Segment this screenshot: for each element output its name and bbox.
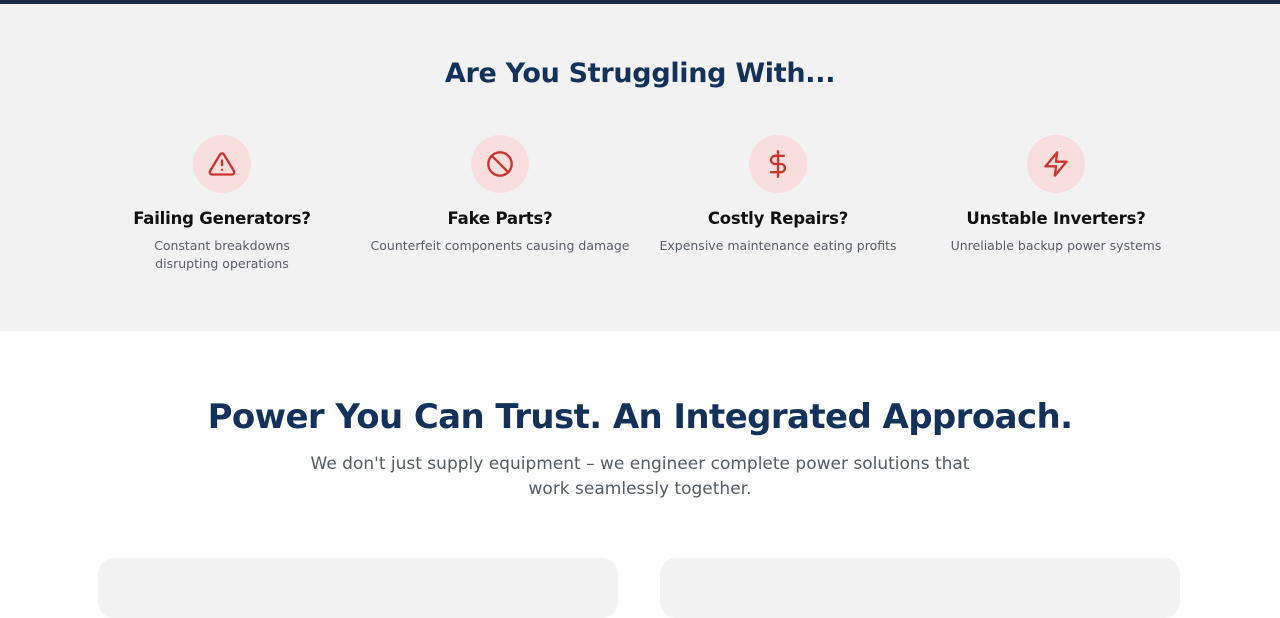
struggle-card-fake-parts: Fake Parts? Counterfeit components causi… [370,135,630,255]
approach-heading: Power You Can Trust. An Integrated Appro… [207,397,1073,437]
icon-badge [1027,135,1085,193]
icon-badge [471,135,529,193]
struggle-card-repairs: Costly Repairs? Expensive maintenance ea… [648,135,908,255]
struggle-card-inverters: Unstable Inverters? Unreliable backup po… [926,135,1186,255]
alert-triangle-icon [208,152,236,176]
card-description: Unreliable backup power systems [950,238,1162,253]
card-title: Costly Repairs? [707,209,849,228]
icon-badge [749,135,807,193]
lightning-icon [1044,151,1068,177]
card-description: Constant breakdowns disrupting operation… [154,238,290,271]
card-description: Expensive maintenance eating profits [659,238,897,253]
card-description: Counterfeit components causing damage [370,238,630,253]
ban-icon [487,151,513,177]
struggle-heading: Are You Struggling With... [444,58,836,89]
approach-subtitle: We don't just supply equipment – we engi… [310,454,970,499]
card-title: Failing Generators? [133,209,311,228]
card-title: Fake Parts? [447,209,553,228]
struggle-section: Are You Struggling With... Failing Gener… [0,4,1280,331]
icon-badge [193,135,251,193]
card-title: Unstable Inverters? [966,209,1146,228]
dollar-icon [769,150,787,178]
feature-card-right [660,558,1180,618]
feature-card-left [98,558,618,618]
struggle-card-generators: Failing Generators? Constant breakdowns … [92,135,352,273]
